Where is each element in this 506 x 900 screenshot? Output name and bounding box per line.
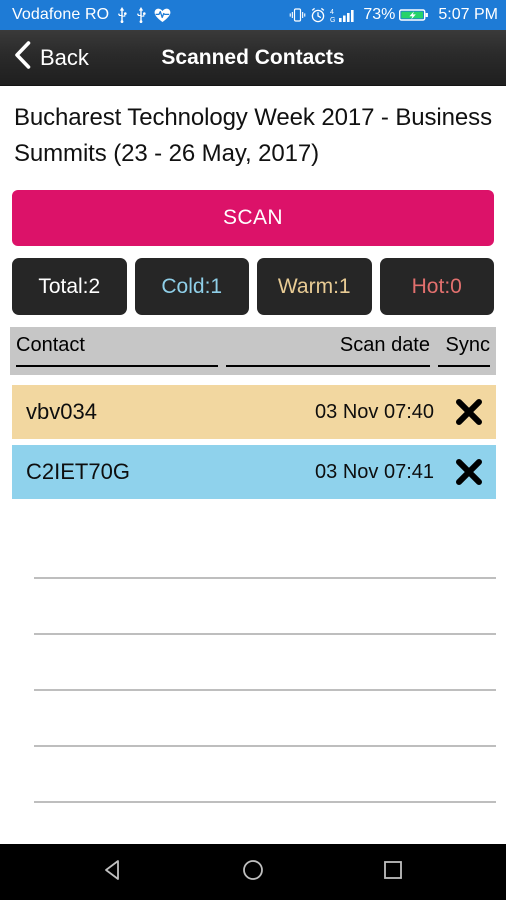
- empty-list-item: [34, 635, 496, 691]
- chevron-left-icon: [14, 41, 31, 74]
- usb-icon: [135, 7, 147, 23]
- column-header-scan-date: Scan date: [226, 331, 430, 367]
- back-label: Back: [40, 44, 89, 70]
- clock-label: 5:07 PM: [438, 6, 498, 23]
- recents-square-icon: [381, 858, 405, 887]
- contact-scan-date: 03 Nov 07:40: [315, 400, 434, 423]
- stat-chip-hot[interactable]: Hot:0: [379, 258, 494, 315]
- scan-button[interactable]: SCAN: [12, 190, 494, 246]
- back-triangle-icon: [101, 858, 125, 887]
- delete-icon[interactable]: [450, 457, 488, 487]
- heart-rate-icon: [154, 8, 171, 23]
- event-title: Bucharest Technology Week 2017 - Busines…: [14, 104, 492, 167]
- nav-recents-button[interactable]: [371, 850, 415, 894]
- home-circle-icon: [241, 858, 265, 887]
- column-header-sync: Sync: [438, 331, 490, 367]
- stat-hot-label: Hot:0: [411, 274, 462, 298]
- empty-list-item: [34, 579, 496, 635]
- contact-name: C2IET70G: [26, 459, 130, 484]
- status-bar-right: 4 G 73% 5:07 PM: [289, 6, 498, 24]
- stat-total-label: Total:2: [38, 274, 101, 298]
- carrier-label: Vodafone RO: [12, 6, 110, 23]
- nav-back-button[interactable]: [91, 850, 135, 894]
- usb-icon: [116, 7, 128, 23]
- table-row[interactable]: C2IET70G 03 Nov 07:41: [12, 445, 496, 499]
- stat-chip-cold[interactable]: Cold:1: [134, 258, 249, 315]
- empty-list-item: [34, 523, 496, 579]
- phone-screen: Vodafone RO 4 G 73% 5:07 PM Back Scanned…: [0, 0, 506, 900]
- contacts-list: vbv034 03 Nov 07:40 C2IET70G 03 Nov 07:4…: [0, 375, 506, 844]
- alarm-clock-icon: [310, 7, 326, 23]
- battery-percent-label: 73%: [363, 6, 396, 23]
- empty-list-item: [34, 747, 496, 803]
- status-bar-left: Vodafone RO: [12, 6, 171, 24]
- android-nav-bar: [0, 844, 506, 900]
- stat-warm-label: Warm:1: [277, 274, 351, 298]
- svg-text:G: G: [330, 17, 335, 23]
- svg-text:4: 4: [330, 9, 334, 16]
- back-button[interactable]: Back: [0, 30, 101, 85]
- main-content: Bucharest Technology Week 2017 - Busines…: [0, 86, 506, 844]
- column-header-contact: Contact: [16, 331, 218, 367]
- empty-list-item: [34, 691, 496, 747]
- nav-home-button[interactable]: [231, 850, 275, 894]
- stat-chip-total[interactable]: Total:2: [12, 258, 127, 315]
- delete-icon[interactable]: [450, 397, 488, 427]
- status-bar: Vodafone RO 4 G 73% 5:07 PM: [0, 0, 506, 30]
- contact-scan-date: 03 Nov 07:41: [315, 460, 434, 483]
- action-bar: Back Scanned Contacts: [0, 30, 506, 86]
- battery-charging-icon: [399, 7, 429, 23]
- stat-chip-warm[interactable]: Warm:1: [257, 258, 372, 315]
- contact-name: vbv034: [26, 399, 97, 424]
- empty-rows: [34, 523, 496, 803]
- vibrate-icon: [289, 7, 306, 23]
- signal-4g-icon: 4 G: [330, 7, 358, 23]
- stats-row: Total:2 Cold:1 Warm:1 Hot:0: [0, 246, 506, 315]
- table-header-row: Contact Scan date Sync: [10, 327, 496, 375]
- stat-cold-label: Cold:1: [161, 274, 223, 298]
- table-row[interactable]: vbv034 03 Nov 07:40: [12, 385, 496, 439]
